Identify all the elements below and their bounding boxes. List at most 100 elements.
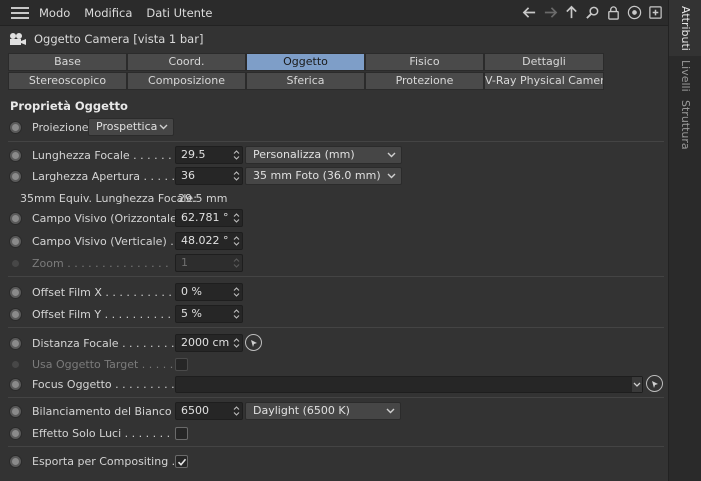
offset-y-input[interactable]: 5 % — [175, 305, 243, 323]
tab-vray-physical-camera[interactable]: V-Ray Physical Camera — [484, 72, 604, 90]
camera-icon — [9, 32, 27, 46]
menu-modifica[interactable]: Modifica — [84, 6, 132, 20]
animation-toggle-icon[interactable] — [9, 234, 22, 248]
object-title: Oggetto Camera [vista 1 bar] — [34, 32, 204, 46]
animation-toggle-icon[interactable] — [9, 404, 22, 418]
fov-horizontal-input[interactable]: 62.781 ° — [175, 209, 243, 227]
spinner-icon[interactable] — [233, 212, 240, 224]
export-compositing-checkbox[interactable] — [175, 454, 188, 468]
lock-icon[interactable] — [605, 4, 622, 21]
aperture-width-preset-select[interactable]: 35 mm Foto (36.0 mm) — [245, 167, 402, 185]
toolbar-icons — [521, 4, 664, 21]
animation-toggle-icon[interactable] — [9, 148, 22, 162]
fov-horizontal-label: Campo Visivo (Orizzontale) — [32, 211, 182, 225]
row-equiv-focal: 35mm Equiv. Lunghezza Focale: 29.5 mm — [0, 188, 668, 208]
animation-toggle-icon[interactable] — [9, 426, 22, 440]
hamburger-menu-icon[interactable] — [11, 6, 29, 19]
focal-length-preset-select[interactable]: Personalizza (mm) — [245, 146, 402, 164]
row-aperture-width: Larghezza Apertura . . . . . 36 35 mm Fo… — [0, 166, 668, 186]
focal-length-label: Lunghezza Focale . . . . . . . — [32, 148, 179, 162]
side-tab-struttura[interactable]: Struttura — [669, 98, 701, 150]
pick-object-icon[interactable] — [646, 375, 663, 392]
animation-toggle-icon[interactable] — [9, 454, 22, 468]
row-use-target: Usa Oggetto Target . . . . . — [0, 354, 668, 374]
arrow-up-icon[interactable] — [563, 4, 580, 21]
white-balance-input[interactable]: 6500 — [175, 402, 243, 420]
focus-distance-label: Distanza Focale . . . . . . . . — [32, 336, 175, 350]
white-balance-label: Bilanciamento del Bianco (K) — [32, 404, 191, 418]
object-header: Oggetto Camera [vista 1 bar] — [0, 27, 668, 51]
offset-y-label: Offset Film Y . . . . . . . . . . — [32, 307, 172, 321]
tab-base[interactable]: Base — [8, 53, 127, 71]
row-focus-object: Focus Oggetto . . . . . . . . . — [0, 374, 668, 394]
tab-fisico[interactable]: Fisico — [365, 53, 484, 71]
row-export-compositing: Esporta per Compositing . . — [0, 451, 668, 471]
aperture-width-input[interactable]: 36 — [175, 167, 243, 185]
arrow-left-icon[interactable] — [521, 4, 538, 21]
divider — [8, 327, 664, 328]
spinner-icon — [233, 257, 240, 269]
menubar: Modo Modifica Dati Utente — [0, 0, 668, 26]
zoom-input: 1 — [175, 254, 243, 272]
white-balance-preset-select[interactable]: Daylight (6500 K) — [245, 402, 401, 420]
target-icon[interactable] — [626, 4, 643, 21]
search-icon[interactable] — [584, 4, 601, 21]
spinner-icon[interactable] — [233, 149, 240, 161]
row-fov-horizontal: Campo Visivo (Orizzontale) 62.781 ° — [0, 208, 668, 228]
use-target-label: Usa Oggetto Target . . . . . — [32, 357, 174, 371]
animation-toggle-icon[interactable] — [9, 169, 22, 183]
chevron-down-icon — [159, 124, 168, 130]
spinner-icon[interactable] — [233, 337, 240, 349]
focus-object-link-field[interactable] — [175, 375, 643, 393]
lights-only-label: Effetto Solo Luci . . . . . . . — [32, 426, 171, 440]
animation-toggle-icon — [12, 259, 19, 267]
projection-select[interactable]: Prospettica — [88, 118, 174, 136]
row-offset-y: Offset Film Y . . . . . . . . . . 5 % — [0, 304, 668, 324]
tab-dettagli[interactable]: Dettagli — [484, 53, 604, 71]
tab-composizione[interactable]: Composizione — [127, 72, 246, 90]
lights-only-checkbox[interactable] — [175, 426, 188, 440]
row-zoom: Zoom . . . . . . . . . . . . . . . 1 — [0, 253, 668, 273]
menu-dati-utente[interactable]: Dati Utente — [146, 6, 212, 20]
spinner-icon[interactable] — [233, 286, 240, 298]
focal-length-input[interactable]: 29.5 — [175, 146, 243, 164]
divider — [8, 446, 664, 447]
tab-sferica[interactable]: Sferica — [246, 72, 365, 90]
pick-object-icon[interactable] — [245, 334, 262, 351]
row-focus-distance: Distanza Focale . . . . . . . . 2000 cm — [0, 333, 668, 353]
spinner-icon[interactable] — [233, 308, 240, 320]
new-panel-icon[interactable] — [647, 4, 664, 21]
aperture-width-label: Larghezza Apertura . . . . . — [32, 169, 176, 183]
divider — [8, 141, 664, 142]
tab-coord[interactable]: Coord. — [127, 53, 246, 71]
animation-toggle-icon[interactable] — [9, 285, 22, 299]
focus-distance-input[interactable]: 2000 cm — [175, 334, 243, 352]
fov-vertical-input[interactable]: 48.022 ° — [175, 232, 243, 250]
menu-modo[interactable]: Modo — [39, 6, 70, 20]
animation-toggle-icon[interactable] — [9, 336, 22, 350]
spinner-icon[interactable] — [233, 170, 240, 182]
export-compositing-label: Esporta per Compositing . . — [32, 454, 183, 468]
animation-toggle-icon[interactable] — [9, 120, 22, 134]
offset-x-input[interactable]: 0 % — [175, 283, 243, 301]
equiv-focal-label: 35mm Equiv. Lunghezza Focale: — [20, 191, 197, 205]
animation-toggle-icon[interactable] — [9, 211, 22, 225]
side-tab-attributi[interactable]: Attributi — [669, 0, 701, 56]
row-fov-vertical: Campo Visivo (Verticale) . . 48.022 ° — [0, 231, 668, 251]
animation-toggle-icon[interactable] — [9, 307, 22, 321]
projection-label: Proiezione — [32, 120, 89, 134]
side-tab-livelli[interactable]: Livelli — [669, 58, 701, 98]
spinner-icon[interactable] — [233, 405, 240, 417]
chevron-down-icon[interactable] — [632, 376, 642, 392]
row-lights-only: Effetto Solo Luci . . . . . . . — [0, 423, 668, 443]
focus-object-label: Focus Oggetto . . . . . . . . . — [32, 377, 175, 391]
tab-protezione[interactable]: Protezione — [365, 72, 484, 90]
animation-toggle-icon[interactable] — [9, 377, 22, 391]
tab-grid: Base Coord. Oggetto Fisico Dettagli Ster… — [8, 53, 604, 90]
tab-stereoscopico[interactable]: Stereoscopico — [8, 72, 127, 90]
spinner-icon[interactable] — [233, 235, 240, 247]
chevron-down-icon — [387, 152, 396, 158]
row-projection: Proiezione Prospettica — [0, 117, 668, 137]
arrow-right-icon[interactable] — [542, 4, 559, 21]
tab-oggetto[interactable]: Oggetto — [246, 53, 365, 71]
